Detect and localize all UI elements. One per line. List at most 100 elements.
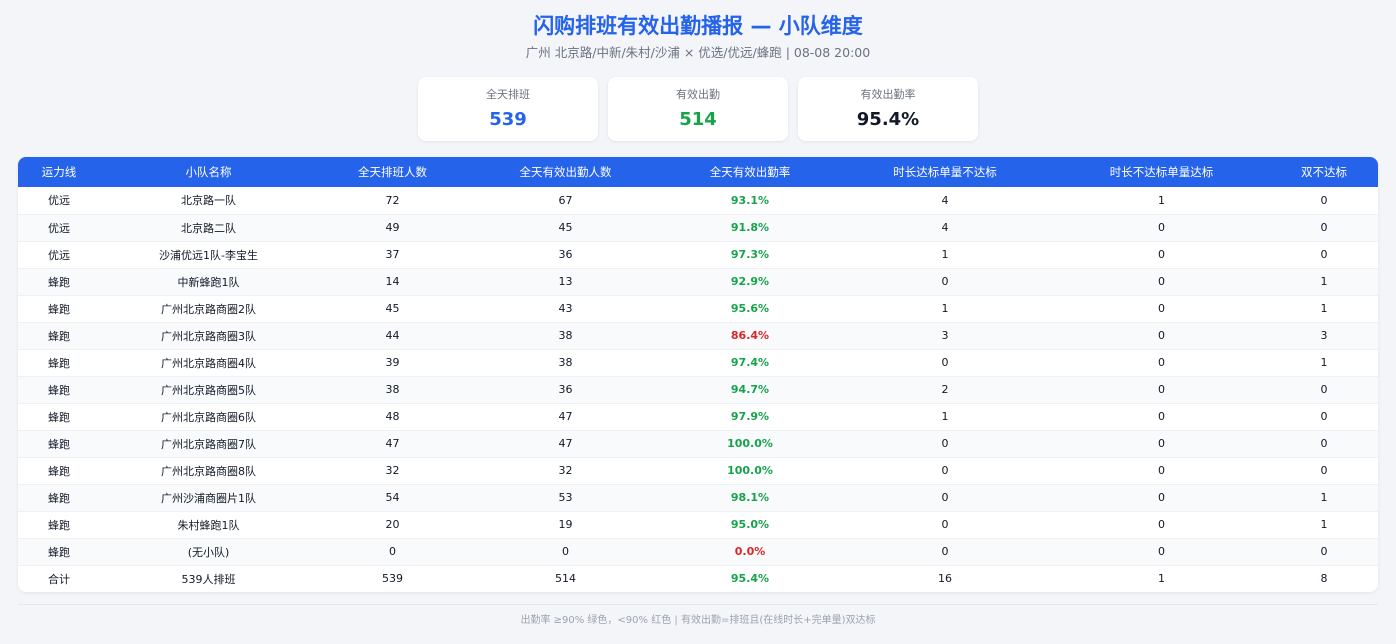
cell-team: 广州沙浦商圈片1队	[100, 484, 317, 512]
cell-both-fail: 0	[1270, 430, 1378, 458]
cell-line: 优远	[18, 187, 100, 215]
cell-scheduled: 47	[317, 430, 468, 458]
cell-duration-fail-orders-ok: 0	[1053, 241, 1270, 269]
page-subtitle: 广州 北京路/中新/朱村/沙浦 × 优选/优远/蜂跑 | 08-08 20:00	[525, 45, 871, 60]
column-header-duration-ok-orders-fail: 时长达标单量不达标	[837, 157, 1053, 187]
summary-card-value: 514	[679, 109, 717, 130]
cell-scheduled: 14	[317, 268, 468, 296]
summary-card-label: 有效出勤率	[860, 88, 916, 101]
cell-duration-fail-orders-ok: 0	[1053, 511, 1270, 539]
cell-scheduled: 45	[317, 295, 468, 323]
cell-both-fail: 3	[1270, 322, 1378, 350]
cell-duration-fail-orders-ok: 0	[1053, 268, 1270, 296]
table-row: 蜂跑 (无小队) 0 0 0.0% 0 0 0	[18, 538, 1378, 566]
cell-rate: 98.1%	[663, 484, 837, 512]
column-header-both-fail: 双不达标	[1270, 157, 1378, 187]
cell-rate: 92.9%	[663, 268, 837, 296]
cell-attended: 514	[468, 565, 663, 592]
cell-attended: 53	[468, 484, 663, 512]
cell-duration-ok-orders-fail: 0	[837, 511, 1053, 539]
cell-team: 朱村蜂跑1队	[100, 511, 317, 539]
cell-team: 北京路一队	[100, 187, 317, 215]
cell-rate: 91.8%	[663, 214, 837, 242]
cell-duration-ok-orders-fail: 0	[837, 349, 1053, 377]
cell-rate: 94.7%	[663, 376, 837, 404]
cell-duration-fail-orders-ok: 0	[1053, 403, 1270, 431]
footer-divider	[18, 604, 1378, 605]
table-row: 蜂跑 朱村蜂跑1队 20 19 95.0% 0 0 1	[18, 511, 1378, 539]
cell-attended: 43	[468, 295, 663, 323]
cell-attended: 36	[468, 241, 663, 269]
cell-team: 中新蜂跑1队	[100, 268, 317, 296]
summary-card-attended: 有效出勤 514	[608, 77, 788, 141]
cell-scheduled: 0	[317, 538, 468, 566]
cell-duration-ok-orders-fail: 0	[837, 538, 1053, 566]
summary-card-rate: 有效出勤率 95.4%	[798, 77, 978, 141]
cell-line: 蜂跑	[18, 403, 100, 431]
cell-team: 539人排班	[100, 565, 317, 592]
summary-card-label: 全天排班	[486, 88, 530, 101]
cell-rate: 97.4%	[663, 349, 837, 377]
table-body: 优远 北京路一队 72 67 93.1% 4 1 0 优远 北京路二队 49 45 91.8% 4 0 0 优远…	[18, 187, 1378, 592]
cell-attended: 32	[468, 457, 663, 485]
cell-both-fail: 0	[1270, 538, 1378, 566]
cell-duration-ok-orders-fail: 16	[837, 565, 1053, 592]
cell-duration-fail-orders-ok: 0	[1053, 457, 1270, 485]
table-row: 蜂跑 中新蜂跑1队 14 13 92.9% 0 0 1	[18, 268, 1378, 296]
cell-team: 广州北京路商圈2队	[100, 295, 317, 323]
table-header-row: 运力线 小队名称 全天排班人数 全天有效出勤人数 全天有效出勤率 时长达标单量不…	[18, 157, 1378, 187]
cell-rate: 95.6%	[663, 295, 837, 323]
cell-attended: 19	[468, 511, 663, 539]
cell-duration-ok-orders-fail: 4	[837, 214, 1053, 242]
table-row: 蜂跑 广州北京路商圈3队 44 38 86.4% 3 0 3	[18, 322, 1378, 350]
table-row: 蜂跑 广州北京路商圈2队 45 43 95.6% 1 0 1	[18, 295, 1378, 323]
cell-scheduled: 49	[317, 214, 468, 242]
cell-both-fail: 1	[1270, 295, 1378, 323]
table-row: 蜂跑 广州沙浦商圈片1队 54 53 98.1% 0 0 1	[18, 484, 1378, 512]
cell-line: 蜂跑	[18, 457, 100, 485]
cell-attended: 67	[468, 187, 663, 215]
cell-attended: 38	[468, 322, 663, 350]
cell-scheduled: 38	[317, 376, 468, 404]
cell-both-fail: 0	[1270, 214, 1378, 242]
cell-scheduled: 32	[317, 457, 468, 485]
column-header-duration-fail-orders-ok: 时长不达标单量达标	[1053, 157, 1270, 187]
cell-rate: 86.4%	[663, 322, 837, 350]
cell-rate: 100.0%	[663, 457, 837, 485]
cell-duration-ok-orders-fail: 0	[837, 457, 1053, 485]
cell-scheduled: 39	[317, 349, 468, 377]
cell-line: 蜂跑	[18, 268, 100, 296]
cell-scheduled: 54	[317, 484, 468, 512]
cell-team: 广州北京路商圈5队	[100, 376, 317, 404]
column-header-scheduled: 全天排班人数	[317, 157, 468, 187]
cell-line: 优远	[18, 241, 100, 269]
cell-scheduled: 48	[317, 403, 468, 431]
cell-both-fail: 1	[1270, 484, 1378, 512]
cell-duration-ok-orders-fail: 2	[837, 376, 1053, 404]
cell-team: (无小队)	[100, 538, 317, 566]
cell-both-fail: 1	[1270, 268, 1378, 296]
table-row: 蜂跑 广州北京路商圈5队 38 36 94.7% 2 0 0	[18, 376, 1378, 404]
cell-attended: 0	[468, 538, 663, 566]
report-header: 闪购排班有效出勤播报 — 小队维度 广州 北京路/中新/朱村/沙浦 × 优选/优…	[0, 0, 1396, 62]
cell-team: 北京路二队	[100, 214, 317, 242]
cell-attended: 36	[468, 376, 663, 404]
table-row: 蜂跑 广州北京路商圈8队 32 32 100.0% 0 0 0	[18, 457, 1378, 485]
cell-line: 蜂跑	[18, 295, 100, 323]
cell-duration-ok-orders-fail: 4	[837, 187, 1053, 215]
cell-line: 蜂跑	[18, 511, 100, 539]
cell-line: 蜂跑	[18, 484, 100, 512]
cell-duration-ok-orders-fail: 1	[837, 241, 1053, 269]
cell-duration-fail-orders-ok: 0	[1053, 295, 1270, 323]
cell-rate: 97.9%	[663, 403, 837, 431]
cell-attended: 45	[468, 214, 663, 242]
cell-team: 广州北京路商圈4队	[100, 349, 317, 377]
cell-rate: 97.3%	[663, 241, 837, 269]
cell-team: 沙浦优远1队-李宝生	[100, 241, 317, 269]
table-row: 蜂跑 广州北京路商圈4队 39 38 97.4% 0 0 1	[18, 349, 1378, 377]
summary-card-value: 95.4%	[856, 109, 920, 130]
team-attendance-table: 运力线 小队名称 全天排班人数 全天有效出勤人数 全天有效出勤率 时长达标单量不…	[18, 157, 1378, 592]
cell-duration-fail-orders-ok: 0	[1053, 430, 1270, 458]
summary-cards: 全天排班 539 有效出勤 514 有效出勤率 95.4%	[0, 77, 1396, 141]
cell-both-fail: 0	[1270, 241, 1378, 269]
